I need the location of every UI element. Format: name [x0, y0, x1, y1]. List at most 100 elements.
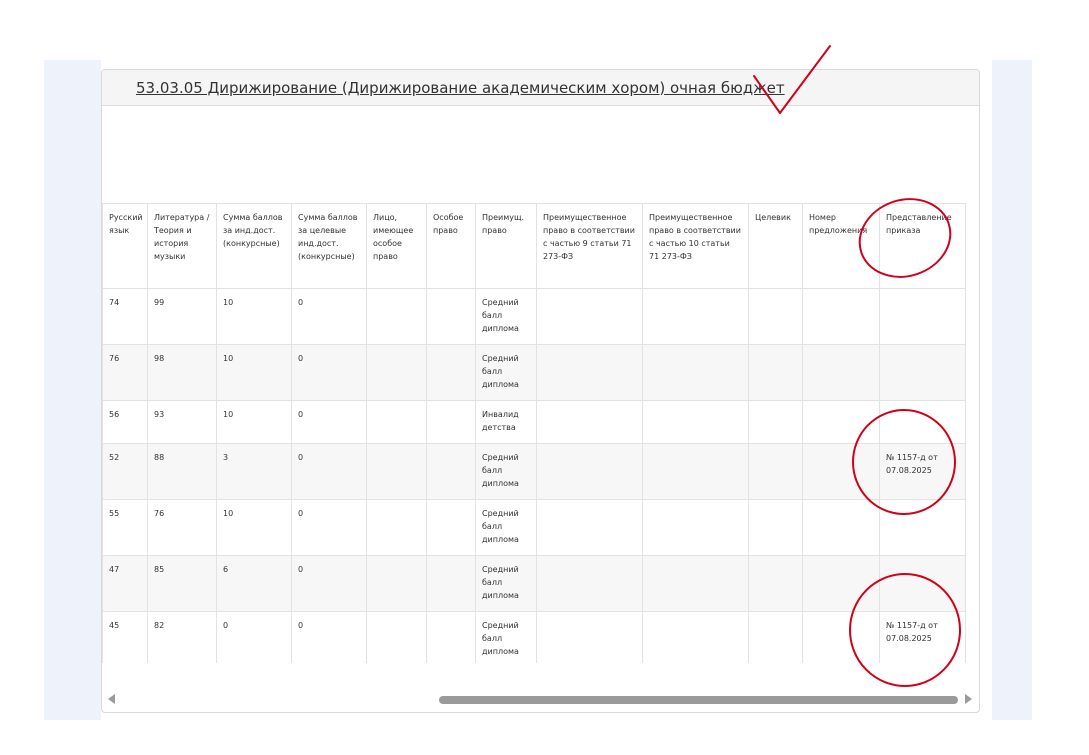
cell-ind-points: 10	[216, 499, 292, 556]
cell-order: № 1157-д от 07.08.2025	[879, 443, 966, 500]
scrollbar-thumb[interactable]	[439, 696, 958, 704]
table-row: 56 93 10 0 Инвалид детства	[102, 400, 966, 444]
cell-special-right	[426, 400, 476, 444]
table-row: 47 85 6 0 Средний балл диплома	[102, 555, 966, 612]
cell-priority-part10	[642, 400, 749, 444]
cell-special-right	[426, 499, 476, 556]
cell-russian: 55	[102, 499, 148, 556]
cell-target-points: 0	[291, 443, 367, 500]
col-header-special-person[interactable]: Лицо, имеющее особое право	[366, 203, 427, 289]
cell-offer-number	[802, 288, 880, 345]
scroll-left-icon[interactable]	[108, 694, 115, 704]
cell-special-person	[366, 611, 427, 663]
cell-offer-number	[802, 499, 880, 556]
cell-target	[748, 611, 803, 663]
cell-target-points: 0	[291, 499, 367, 556]
left-panel	[44, 60, 101, 720]
cell-order	[879, 499, 966, 556]
cell-offer-number	[802, 443, 880, 500]
table-row: 55 76 10 0 Средний балл диплома	[102, 499, 966, 556]
col-header-priority-part9[interactable]: Преимущественное право в соответствии с …	[536, 203, 643, 289]
program-title-link[interactable]: 53.03.05 Дирижирование (Дирижирование ак…	[136, 79, 785, 97]
cell-special-person	[366, 288, 427, 345]
cell-priority-part10	[642, 443, 749, 500]
cell-priority-part10	[642, 555, 749, 612]
cell-priority-part10	[642, 611, 749, 663]
cell-ind-points: 6	[216, 555, 292, 612]
cell-literature: 99	[147, 288, 217, 345]
cell-priority-part10	[642, 344, 749, 401]
cell-priority-part9	[536, 499, 643, 556]
right-panel	[992, 60, 1032, 720]
cell-target-points: 0	[291, 555, 367, 612]
cell-order	[879, 288, 966, 345]
cell-order	[879, 400, 966, 444]
col-header-ind-points[interactable]: Сумма баллов за инд.дост. (конкурсные)	[216, 203, 292, 289]
cell-offer-number	[802, 555, 880, 612]
cell-target	[748, 499, 803, 556]
col-header-special-right[interactable]: Особое право	[426, 203, 476, 289]
program-card: 53.03.05 Дирижирование (Дирижирование ак…	[101, 69, 980, 713]
cell-order	[879, 344, 966, 401]
table-header-row: Русский язык Литература / Теория и истор…	[102, 203, 966, 289]
cell-special-right	[426, 555, 476, 612]
cell-target	[748, 400, 803, 444]
cell-priority-right: Средний балл диплома	[475, 499, 537, 556]
cell-special-right	[426, 611, 476, 663]
cell-priority-part9	[536, 611, 643, 663]
cell-priority-part9	[536, 443, 643, 500]
cell-special-person	[366, 400, 427, 444]
applicants-table: Русский язык Литература / Теория и истор…	[102, 203, 966, 663]
cell-russian: 52	[102, 443, 148, 500]
cell-offer-number	[802, 344, 880, 401]
cell-target	[748, 443, 803, 500]
cell-priority-part10	[642, 288, 749, 345]
cell-ind-points: 10	[216, 344, 292, 401]
cell-literature: 98	[147, 344, 217, 401]
col-header-offer-number[interactable]: Номер предложения	[802, 203, 880, 289]
col-header-priority-right[interactable]: Преимущ. право	[475, 203, 537, 289]
col-header-literature[interactable]: Литература / Теория и история музыки	[147, 203, 217, 289]
cell-target	[748, 555, 803, 612]
cell-target-points: 0	[291, 344, 367, 401]
cell-ind-points: 10	[216, 400, 292, 444]
table-row: 52 88 3 0 Средний балл диплома № 1157-д от 07…	[102, 443, 966, 500]
table-row: 76 98 10 0 Средний балл диплома	[102, 344, 966, 401]
cell-russian: 76	[102, 344, 148, 401]
cell-priority-right: Средний балл диплома	[475, 443, 537, 500]
cell-priority-part9	[536, 344, 643, 401]
cell-special-person	[366, 555, 427, 612]
cell-priority-part10	[642, 499, 749, 556]
cell-offer-number	[802, 611, 880, 663]
col-header-russian[interactable]: Русский язык	[102, 203, 148, 289]
cell-literature: 93	[147, 400, 217, 444]
horizontal-scrollbar[interactable]	[102, 692, 979, 706]
cell-target-points: 0	[291, 611, 367, 663]
cell-literature: 88	[147, 443, 217, 500]
col-header-target-points[interactable]: Сумма баллов за целевые инд.дост. (конку…	[291, 203, 367, 289]
cell-ind-points: 0	[216, 611, 292, 663]
col-header-priority-part10[interactable]: Преимущественное право в соответствии с …	[642, 203, 749, 289]
cell-priority-part9	[536, 555, 643, 612]
table-scroll-area[interactable]: Русский язык Литература / Теория и истор…	[102, 203, 979, 663]
scroll-right-icon[interactable]	[965, 694, 972, 704]
cell-literature: 82	[147, 611, 217, 663]
cell-special-person	[366, 443, 427, 500]
cell-order	[879, 555, 966, 612]
cell-priority-part9	[536, 400, 643, 444]
col-header-target[interactable]: Целевик	[748, 203, 803, 289]
cell-priority-part9	[536, 288, 643, 345]
cell-target-points: 0	[291, 400, 367, 444]
cell-russian: 74	[102, 288, 148, 345]
cell-ind-points: 3	[216, 443, 292, 500]
cell-priority-right: Средний балл диплома	[475, 611, 537, 663]
cell-target	[748, 344, 803, 401]
cell-literature: 76	[147, 499, 217, 556]
cell-target-points: 0	[291, 288, 367, 345]
cell-target	[748, 288, 803, 345]
cell-priority-right: Средний балл диплома	[475, 288, 537, 345]
cell-special-person	[366, 344, 427, 401]
col-header-order[interactable]: Представление приказа	[879, 203, 966, 289]
cell-russian: 47	[102, 555, 148, 612]
cell-special-person	[366, 499, 427, 556]
